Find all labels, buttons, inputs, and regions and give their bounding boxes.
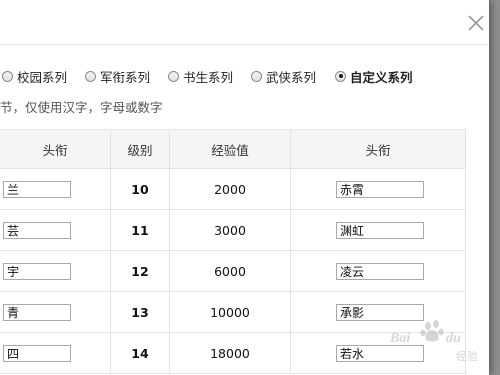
radio-button[interactable] — [85, 70, 96, 82]
radio-button[interactable] — [335, 70, 346, 82]
title-cell — [290, 209, 466, 251]
input-hint: 节，仅使用汉字，字母或数字 — [0, 100, 163, 115]
title-input[interactable] — [336, 262, 424, 280]
title-cell — [290, 168, 466, 210]
exp-cell: 18000 — [169, 332, 291, 374]
title-input[interactable] — [3, 303, 71, 321]
series-option-campus[interactable]: 校园系列 — [2, 66, 67, 86]
title-cell — [0, 291, 111, 333]
title-input[interactable] — [336, 344, 424, 362]
title-cell — [290, 332, 466, 374]
exp-cell: 3000 — [169, 209, 291, 251]
table-row: 13 10000 — [0, 291, 466, 333]
level-cell: 14 — [110, 332, 170, 374]
series-option-military[interactable]: 军衔系列 — [85, 66, 150, 86]
level-cell: 13 — [110, 291, 170, 333]
radio-button[interactable] — [168, 70, 179, 82]
title-input[interactable] — [336, 180, 424, 198]
title-cell — [290, 250, 466, 292]
column-header-exp: 经验值 — [169, 129, 291, 169]
level-cell: 10 — [110, 168, 170, 210]
exp-cell: 10000 — [169, 291, 291, 333]
series-option-custom[interactable]: 自定义系列 — [335, 66, 413, 86]
series-option-wuxia[interactable]: 武侠系列 — [251, 66, 316, 86]
table-row: 10 2000 — [0, 168, 466, 210]
title-table: 头衔 级别 经验值 头衔 10 2000 11 3000 — [0, 129, 466, 374]
table-row: 11 3000 — [0, 209, 466, 251]
level-cell: 11 — [110, 209, 170, 251]
title-input[interactable] — [336, 303, 424, 321]
title-cell — [0, 209, 111, 251]
level-cell: 12 — [110, 250, 170, 292]
series-option-label: 武侠系列 — [266, 69, 317, 85]
title-cell — [290, 291, 466, 333]
column-header-title: 头衔 — [0, 129, 111, 169]
table-header-row: 头衔 级别 经验值 头衔 — [0, 129, 466, 169]
column-header-level: 级别 — [110, 129, 170, 169]
series-option-label: 书生系列 — [183, 69, 234, 85]
title-input[interactable] — [3, 344, 71, 362]
column-header-title: 头衔 — [290, 129, 466, 169]
title-input[interactable] — [3, 221, 71, 239]
dialog-header — [0, 0, 489, 45]
series-option-label: 军衔系列 — [100, 69, 151, 85]
series-option-label: 校园系列 — [17, 69, 68, 85]
exp-cell: 6000 — [169, 250, 291, 292]
title-cell — [0, 332, 111, 374]
series-option-scholar[interactable]: 书生系列 — [168, 66, 233, 86]
table-row: 14 18000 — [0, 332, 466, 374]
title-input[interactable] — [3, 180, 71, 198]
table-row: 12 6000 — [0, 250, 466, 292]
title-input[interactable] — [3, 262, 71, 280]
title-input[interactable] — [336, 221, 424, 239]
series-option-label: 自定义系列 — [350, 69, 413, 85]
exp-cell: 2000 — [169, 168, 291, 210]
close-button[interactable] — [466, 13, 486, 33]
radio-button[interactable] — [2, 70, 13, 82]
radio-button[interactable] — [251, 70, 262, 82]
title-settings-dialog: 校园系列 军衔系列 书生系列 武侠系列 自定义系列 节，仅使用汉字，字母或数字 … — [0, 0, 489, 375]
title-cell — [0, 168, 111, 210]
close-icon — [468, 15, 484, 31]
title-cell — [0, 250, 111, 292]
series-selector: 校园系列 军衔系列 书生系列 武侠系列 自定义系列 — [0, 66, 489, 86]
